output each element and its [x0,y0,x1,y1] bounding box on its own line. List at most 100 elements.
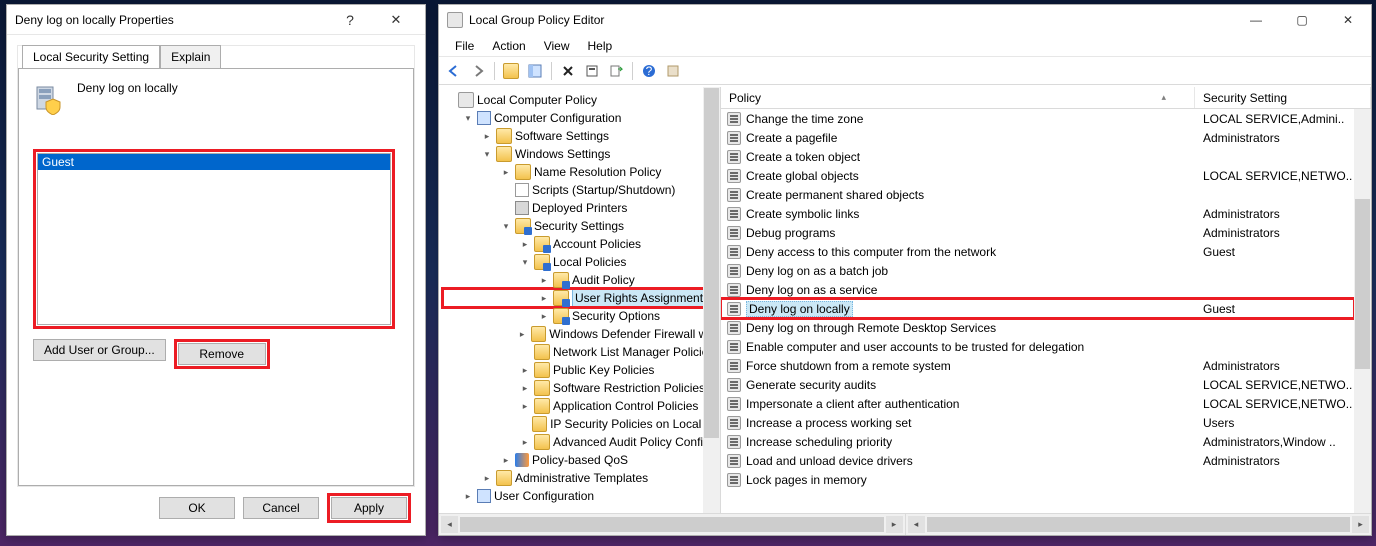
tab-local-security-setting[interactable]: Local Security Setting [22,45,160,68]
back-button[interactable] [443,60,465,82]
help-button[interactable]: ? [638,60,660,82]
dialog-help-button[interactable]: ? [327,6,373,34]
tree-software-restriction-policies[interactable]: ▸Software Restriction Policies [443,379,720,397]
window-titlebar[interactable]: Local Group Policy Editor — ▢ ✕ [439,5,1371,35]
tree-name-resolution-policy[interactable]: ▸Name Resolution Policy [443,163,720,181]
folder-shield-icon [553,308,569,324]
remove-button[interactable]: Remove [178,343,266,365]
list-horizontal-scrollbar[interactable]: ◂▸ [906,514,1372,535]
up-button[interactable] [500,60,522,82]
tree-application-control-policies[interactable]: ▸Application Control Policies [443,397,720,415]
menu-action[interactable]: Action [484,37,533,55]
tree-security-options[interactable]: ▸Security Options [443,307,720,325]
policy-row[interactable]: Force shutdown from a remote systemAdmin… [721,356,1354,375]
tree-label: Administrative Templates [515,469,648,487]
policy-row[interactable]: Change the time zoneLOCAL SERVICE,Admini… [721,109,1354,128]
user-button-row: Add User or Group... Remove [33,339,399,369]
policy-row[interactable]: Load and unload device driversAdministra… [721,451,1354,470]
policy-row[interactable]: Generate security auditsLOCAL SERVICE,NE… [721,375,1354,394]
tree-deployed-printers[interactable]: Deployed Printers [443,199,720,217]
policy-row[interactable]: Create symbolic linksAdministrators [721,204,1354,223]
policy-row[interactable]: Enable computer and user accounts to be … [721,337,1354,356]
tree-administrative-templates[interactable]: ▸Administrative Templates [443,469,720,487]
policy-row[interactable]: Create a pagefileAdministrators [721,128,1354,147]
policy-row[interactable]: Deny log on as a service [721,280,1354,299]
navigation-tree[interactable]: Local Computer Policy ▾Computer Configur… [439,87,720,509]
tree-root[interactable]: Local Computer Policy [443,91,720,109]
tree-scripts[interactable]: Scripts (Startup/Shutdown) [443,181,720,199]
tree-computer-configuration[interactable]: ▾Computer Configuration [443,109,720,127]
dialog-titlebar[interactable]: Deny log on locally Properties ? ✕ [7,5,425,35]
user-list-item[interactable]: Guest [38,154,390,170]
export-button[interactable] [605,60,627,82]
tree-advanced-audit-policy[interactable]: ▸Advanced Audit Policy Configu [443,433,720,451]
policy-row[interactable]: Impersonate a client after authenticatio… [721,394,1354,413]
tree-horizontal-scrollbar[interactable]: ◂▸ [439,514,906,535]
scroll-left-icon[interactable]: ◂ [441,516,458,533]
policy-row[interactable]: Debug programsAdministrators [721,223,1354,242]
add-user-or-group-button[interactable]: Add User or Group... [33,339,166,361]
tab-explain[interactable]: Explain [160,45,221,68]
tree-network-list-manager[interactable]: Network List Manager Policies [443,343,720,361]
dialog-close-button[interactable]: ✕ [373,6,419,34]
tree-software-settings[interactable]: ▸Software Settings [443,127,720,145]
cancel-button[interactable]: Cancel [243,497,319,519]
scroll-left-icon[interactable]: ◂ [908,516,925,533]
tree-audit-policy[interactable]: ▸Audit Policy [443,271,720,289]
tree-user-configuration[interactable]: ▸User Configuration [443,487,720,505]
column-header-policy[interactable]: Policy▴ [721,87,1195,108]
policy-row[interactable]: Deny access to this computer from the ne… [721,242,1354,261]
delete-button[interactable] [557,60,579,82]
policy-name: Load and unload device drivers [746,454,913,468]
policy-row[interactable]: Deny log on through Remote Desktop Servi… [721,318,1354,337]
list-vertical-scrollbar[interactable] [1354,109,1371,513]
forward-button[interactable] [467,60,489,82]
tree-security-settings[interactable]: ▾Security Settings [443,217,720,235]
scroll-right-icon[interactable]: ▸ [886,516,903,533]
apply-button[interactable]: Apply [331,497,407,519]
policy-row[interactable]: Deny log on as a batch job [721,261,1354,280]
tree-local-policies[interactable]: ▾Local Policies [443,253,720,271]
tree-windows-settings[interactable]: ▾Windows Settings [443,145,720,163]
policy-row[interactable]: Increase scheduling priorityAdministrato… [721,432,1354,451]
policy-icon [727,131,741,145]
policy-row[interactable]: Create permanent shared objects [721,185,1354,204]
tree-user-rights-assignment[interactable]: ▸User Rights Assignment [443,289,720,307]
tree-windows-defender-firewall[interactable]: ▸Windows Defender Firewall with [443,325,720,343]
policy-row[interactable]: Create global objectsLOCAL SERVICE,NETWO… [721,166,1354,185]
menu-file[interactable]: File [447,37,482,55]
apply-button-highlight: Apply [327,493,411,523]
scrollbar-thumb[interactable] [704,88,719,438]
show-hide-tree-button[interactable] [524,60,546,82]
ok-button[interactable]: OK [159,497,235,519]
scrollbar-thumb[interactable] [460,517,884,532]
list-body[interactable]: Change the time zoneLOCAL SERVICE,Admini… [721,109,1354,513]
maximize-button[interactable]: ▢ [1279,6,1325,34]
policy-security-setting: LOCAL SERVICE,NETWO.. [1195,378,1354,392]
policy-security-setting: LOCAL SERVICE,NETWO.. [1195,397,1354,411]
menu-help[interactable]: Help [580,37,621,55]
filter-button[interactable] [662,60,684,82]
policy-row[interactable]: Increase a process working setUsers [721,413,1354,432]
folder-icon [515,164,531,180]
user-listbox[interactable]: Guest [37,153,391,325]
policy-row[interactable]: Deny log on locallyGuest [721,299,1354,318]
menu-view[interactable]: View [536,37,578,55]
minimize-button[interactable]: — [1233,6,1279,34]
tree-public-key-policies[interactable]: ▸Public Key Policies [443,361,720,379]
column-header-security-setting[interactable]: Security Setting [1195,87,1371,108]
scroll-right-icon[interactable]: ▸ [1352,516,1369,533]
tree-ip-security-policies[interactable]: IP Security Policies on Local Co [443,415,720,433]
tree-label: Windows Defender Firewall with [549,325,720,343]
policy-row[interactable]: Lock pages in memory [721,470,1354,489]
tree-label: User Rights Assignment [572,288,706,308]
tree-account-policies[interactable]: ▸Account Policies [443,235,720,253]
close-button[interactable]: ✕ [1325,6,1371,34]
scrollbar-thumb[interactable] [1355,199,1370,369]
policy-row[interactable]: Create a token object [721,147,1354,166]
properties-button[interactable] [581,60,603,82]
tree-vertical-scrollbar[interactable] [703,87,720,513]
tree-policy-based-qos[interactable]: ▸Policy-based QoS [443,451,720,469]
scrollbar-thumb[interactable] [927,517,1351,532]
statusbar: ◂▸ ◂▸ [439,513,1371,535]
